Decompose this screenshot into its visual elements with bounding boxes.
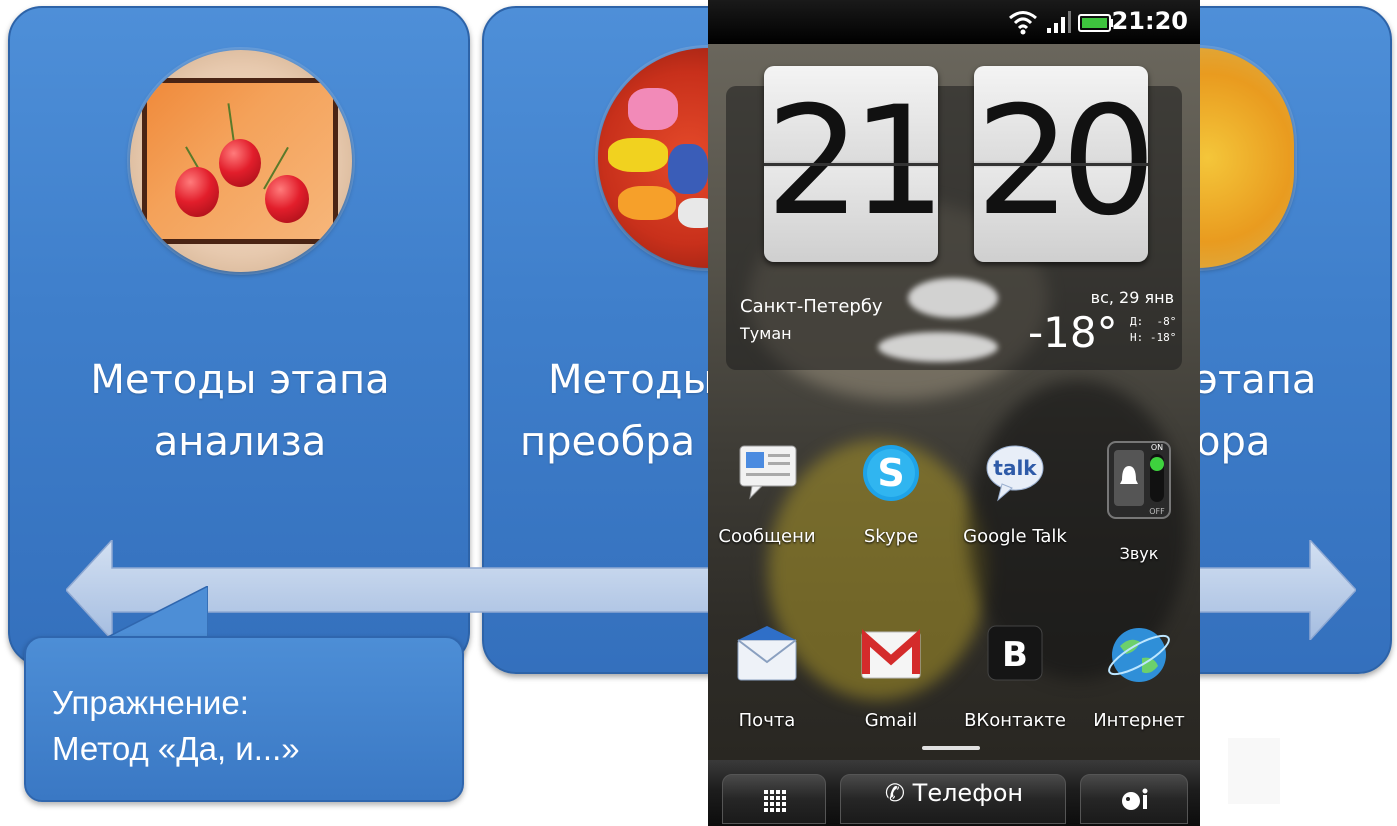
vkontakte-icon: B <box>987 625 1043 681</box>
toy <box>618 186 676 220</box>
grid-icon <box>764 790 786 812</box>
clock-minutes-digits: 20 <box>975 75 1157 249</box>
status-time: 21:20 <box>1111 7 1188 35</box>
weather-city: Санкт-Петербу <box>740 296 883 317</box>
battery-icon <box>1078 14 1113 32</box>
clock-minutes: 20 <box>974 66 1157 262</box>
sound-off-glyph: OFF <box>1149 507 1165 516</box>
app-label: ВКонтакте <box>964 710 1066 731</box>
personalize-icon <box>1122 788 1148 810</box>
phone-label-text: Телефон <box>912 779 1024 807</box>
cherry-stem <box>227 103 235 144</box>
weather-high-low: Д: -8° Н: -18° <box>1130 315 1177 344</box>
card-title-line2: анализа <box>153 419 327 465</box>
vk-glyph: B <box>1002 635 1028 675</box>
card-title-line1: Методы <box>548 357 715 403</box>
card-title-line1: Методы этапа <box>90 357 390 403</box>
app-label: Звук <box>1119 544 1159 563</box>
app-label: Почта <box>738 710 796 731</box>
clock-hours-digits: 21 <box>765 75 947 249</box>
fog-cloud-icon <box>878 332 998 362</box>
flip-divider <box>974 163 1148 166</box>
personalize-button[interactable] <box>1080 774 1188 824</box>
app-label: Сообщени <box>718 526 816 547</box>
cherries-photo <box>130 50 352 272</box>
app-label: Интернет <box>1093 710 1185 731</box>
card-title-line1: этапа <box>1196 357 1317 403</box>
skype-icon: S <box>863 445 919 501</box>
toy <box>628 88 678 130</box>
phone-handset-icon: ✆ <box>884 779 913 807</box>
cherry <box>219 139 261 187</box>
wifi-icon <box>1009 11 1037 35</box>
browser-icon <box>1108 628 1170 682</box>
sound-on-glyph: ON <box>1151 443 1163 452</box>
weather-condition: Туман <box>740 324 792 343</box>
app-label: Gmail <box>864 710 918 731</box>
callout-line1: Упражнение: <box>52 684 249 721</box>
exercise-callout-text: Упражнение: Метод «Да, и...» <box>52 680 300 772</box>
phone-button[interactable]: ✆ Телефон <box>840 774 1066 824</box>
callout-line2: Метод «Да, и...» <box>52 730 300 767</box>
gmail-icon <box>861 629 921 679</box>
signal-icon <box>1047 11 1071 33</box>
clock-hours: 21 <box>764 66 947 262</box>
picture-frame <box>142 78 338 244</box>
phone-button-label: ✆ Телефон <box>841 779 1067 807</box>
card-title-line2: ора <box>1196 419 1271 465</box>
weather-date: вс, 29 янв <box>1090 288 1174 307</box>
skype-glyph: S <box>877 451 904 495</box>
mail-icon <box>737 626 797 681</box>
weather-temperature: -18° <box>1028 308 1118 357</box>
toy <box>668 144 708 194</box>
card-title-line2: преобра <box>520 419 696 465</box>
cherry <box>175 167 219 217</box>
app-label: Skype <box>863 526 919 547</box>
cherry <box>265 175 309 223</box>
toy <box>608 138 668 172</box>
app-label: Google Talk <box>963 526 1067 547</box>
status-bar: 21:20 <box>708 0 1200 44</box>
talk-glyph: talk <box>993 456 1037 480</box>
blank-box <box>1228 738 1280 804</box>
flip-divider <box>764 163 938 166</box>
page-indicator <box>922 746 980 750</box>
fog-cloud-icon <box>908 278 998 318</box>
messages-icon <box>739 445 797 500</box>
callout-tail <box>98 586 208 642</box>
sound-toggle-icon: ON OFF <box>1107 441 1171 519</box>
android-homescreen: 21:20 21 20 Санкт-Петербу Туман вс, 29 я… <box>708 0 1200 826</box>
all-apps-button[interactable] <box>722 774 826 824</box>
google-talk-icon: talk <box>986 445 1044 502</box>
dock-bar: ✆ Телефон <box>708 760 1200 826</box>
